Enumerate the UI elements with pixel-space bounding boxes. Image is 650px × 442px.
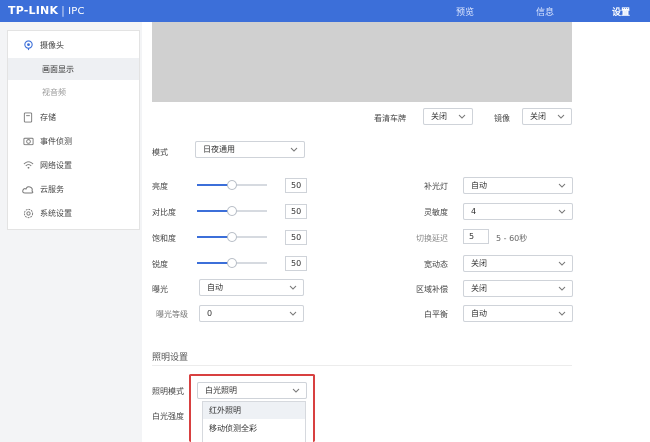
storage-icon	[22, 111, 34, 123]
sidebar-item-label: 事件侦测	[40, 136, 72, 146]
sidebar-item-label: 云服务	[40, 184, 64, 194]
exposure-value: 自动	[207, 283, 223, 292]
sidebar-item-storage[interactable]: 存储	[8, 106, 139, 128]
contrast-slider[interactable]	[197, 206, 267, 216]
fill-light-value: 自动	[471, 181, 487, 190]
sensitivity-value: 4	[471, 207, 477, 216]
brand-logo: TP-LINK | IPC	[8, 4, 85, 17]
red-highlight-box	[189, 374, 315, 442]
nav-settings[interactable]: 设置	[612, 5, 630, 18]
wdr-select[interactable]: 关闭	[463, 255, 573, 272]
chevron-down-icon	[289, 285, 297, 290]
saturation-slider[interactable]	[197, 232, 267, 242]
chevron-down-icon	[557, 114, 565, 119]
sidebar-item-event[interactable]: 事件侦测	[8, 130, 139, 152]
contrast-input[interactable]: 50	[285, 204, 307, 219]
chevron-down-icon	[558, 261, 566, 266]
fill-light-label: 补光灯	[424, 182, 448, 191]
sidebar-item-label: 摄像头	[40, 40, 64, 50]
sidebar-item-cloud[interactable]: 云服务	[8, 178, 139, 200]
blc-label: 区域补偿	[416, 285, 448, 294]
slider-handle[interactable]	[227, 206, 237, 216]
mirror-select[interactable]: 关闭	[522, 108, 572, 125]
sensitivity-select[interactable]: 4	[463, 203, 573, 220]
video-preview	[152, 22, 572, 102]
blc-value: 关闭	[471, 284, 487, 293]
fill-light-select[interactable]: 自动	[463, 177, 573, 194]
wb-label: 白平衡	[424, 310, 448, 319]
chevron-down-icon	[558, 311, 566, 316]
blc-select[interactable]: 关闭	[463, 280, 573, 297]
sidebar-item-label: 网络设置	[40, 160, 72, 170]
lighting-section-title: 照明设置	[152, 353, 189, 363]
exposure-level-select[interactable]: 0	[199, 305, 304, 322]
contrast-label: 对比度	[152, 208, 176, 217]
brightness-input[interactable]: 50	[285, 178, 307, 193]
slider-handle[interactable]	[227, 180, 237, 190]
sharpness-slider[interactable]	[197, 258, 267, 268]
mode-select[interactable]: 日夜通用	[195, 141, 305, 158]
wb-select[interactable]: 自动	[463, 305, 573, 322]
wdr-label: 宽动态	[424, 260, 448, 269]
nav-info[interactable]: 信息	[536, 5, 554, 18]
brightness-value: 50	[291, 181, 302, 190]
product-name: IPC	[68, 6, 85, 17]
sidebar-item-camera[interactable]: 摄像头	[8, 34, 139, 56]
sharpness-label: 锐度	[152, 260, 168, 269]
brightness-label: 亮度	[152, 182, 168, 191]
sharpness-input[interactable]: 50	[285, 256, 307, 271]
switch-delay-hint: 5 - 60秒	[496, 234, 528, 243]
section-divider	[152, 365, 572, 366]
camera-location-icon	[22, 39, 34, 51]
chevron-down-icon	[290, 147, 298, 152]
lookplate-value: 关闭	[431, 112, 447, 121]
white-strength-label: 白光强度	[152, 412, 184, 421]
sidebar: 摄像头 画面显示 视音频 存储 事件侦测 网络设置 云服务 系统设置	[7, 30, 140, 230]
sidebar-sub-audio-video[interactable]: 视音频	[8, 81, 139, 103]
slider-handle[interactable]	[227, 232, 237, 242]
lighting-mode-label: 照明模式	[152, 387, 184, 396]
brightness-slider[interactable]	[197, 180, 267, 190]
chevron-down-icon	[458, 114, 466, 119]
mode-label: 模式	[152, 148, 168, 157]
saturation-value: 50	[291, 233, 302, 242]
mirror-value: 关闭	[530, 112, 546, 121]
chevron-down-icon	[289, 311, 297, 316]
slider-handle[interactable]	[227, 258, 237, 268]
saturation-input[interactable]: 50	[285, 230, 307, 245]
contrast-value: 50	[291, 207, 302, 216]
sidebar-item-network[interactable]: 网络设置	[8, 154, 139, 176]
nav-preview[interactable]: 预览	[456, 5, 474, 18]
wb-value: 自动	[471, 309, 487, 318]
brand-name: TP-LINK	[8, 4, 59, 17]
sharpness-value: 50	[291, 259, 302, 268]
sidebar-item-label: 存储	[40, 112, 56, 122]
cloud-icon	[22, 183, 34, 195]
switch-delay-value: 5	[469, 232, 475, 241]
saturation-label: 饱和度	[152, 234, 176, 243]
switch-delay-input[interactable]: 5	[463, 229, 489, 244]
sidebar-sub-display[interactable]: 画面显示	[8, 58, 139, 80]
mirror-label: 镜像	[494, 114, 510, 123]
switch-delay-label: 切换延迟	[416, 234, 448, 243]
event-camera-icon	[22, 135, 34, 147]
wifi-icon	[22, 159, 34, 171]
wdr-value: 关闭	[471, 259, 487, 268]
lookplate-label: 看清车牌	[374, 114, 406, 123]
gear-icon	[22, 207, 34, 219]
chevron-down-icon	[558, 209, 566, 214]
mode-value: 日夜通用	[203, 145, 235, 154]
sidebar-item-system[interactable]: 系统设置	[8, 202, 139, 224]
exposure-level-value: 0	[207, 309, 213, 318]
exposure-label: 曝光	[152, 285, 168, 294]
chevron-down-icon	[558, 286, 566, 291]
exposure-level-label: 曝光等级	[156, 310, 188, 319]
sidebar-item-label: 系统设置	[40, 208, 72, 218]
lookplate-select[interactable]: 关闭	[423, 108, 473, 125]
sensitivity-label: 灵敏度	[424, 208, 448, 217]
exposure-select[interactable]: 自动	[199, 279, 304, 296]
top-bar: TP-LINK | IPC 预览 信息 设置	[0, 0, 650, 22]
chevron-down-icon	[558, 183, 566, 188]
